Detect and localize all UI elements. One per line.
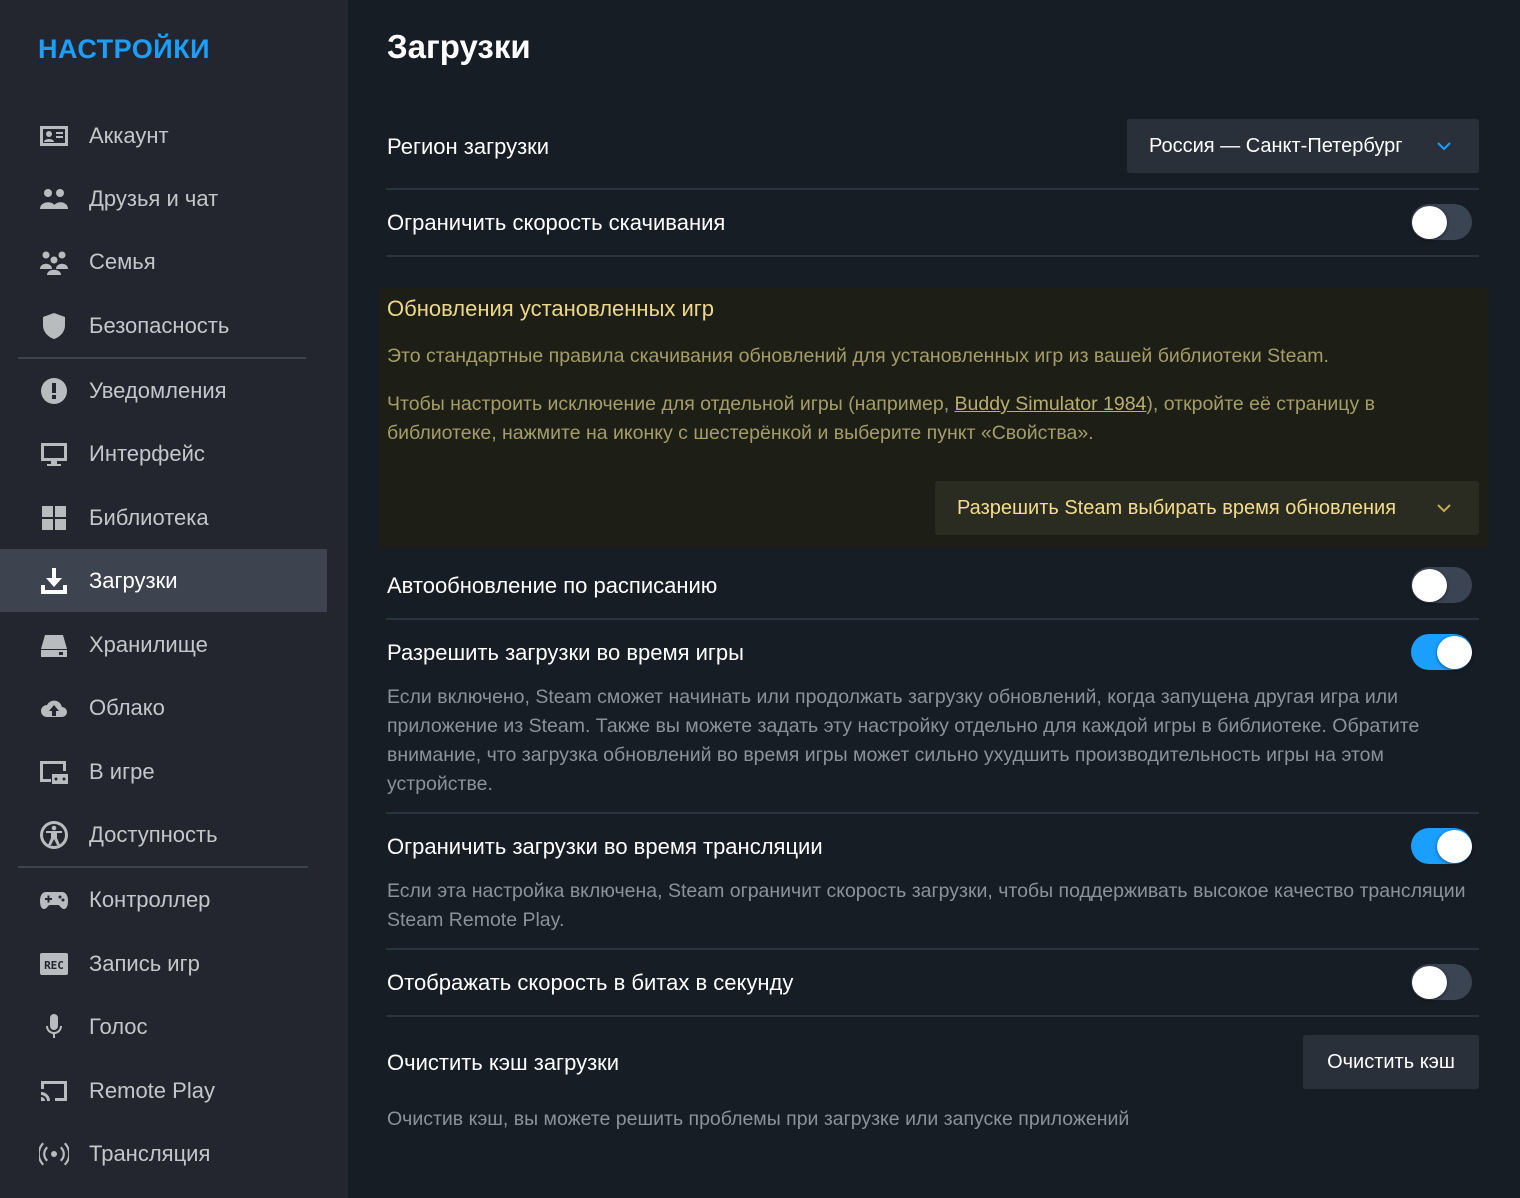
toggle-knob (1437, 830, 1472, 863)
toggle-knob (1412, 569, 1447, 602)
text-segment: Чтобы настроить исключение для отдельной… (387, 393, 955, 415)
sidebar-item-label: Доступность (89, 821, 218, 847)
sidebar-item-voice[interactable]: Голос (0, 995, 327, 1058)
sidebar-item-label: Трансляция (89, 1140, 211, 1166)
bits-per-second-label: Отображать скорость в битах в секунду (387, 970, 794, 995)
allow-during-game-description: Если включено, Steam сможет начинать или… (387, 686, 1420, 795)
sidebar-item-label: Запись игр (89, 950, 200, 976)
rec-icon: REC (38, 948, 70, 980)
sidebar: НАСТРОЙКИ Аккаунт Друзья и чат Семья Без… (0, 0, 348, 1198)
divider (386, 188, 1479, 190)
toggle-knob (1437, 636, 1472, 669)
sidebar-item-label: Уведомления (89, 377, 227, 403)
sidebar-item-label: Друзья и чат (89, 185, 219, 211)
cloud-icon (38, 692, 70, 724)
sidebar-item-label: В игре (89, 758, 155, 784)
sidebar-item-label: Аккаунт (89, 122, 169, 148)
chevron-down-icon (1433, 135, 1455, 157)
divider (386, 948, 1479, 950)
sidebar-item-label: Контроллер (89, 886, 211, 912)
svg-text:REC: REC (44, 959, 64, 972)
sidebar-item-label: Голос (89, 1013, 148, 1039)
sidebar-item-cloud[interactable]: Облако (0, 676, 327, 739)
sidebar-item-in-game[interactable]: В игре (0, 740, 327, 803)
sidebar-item-security[interactable]: Безопасность (0, 294, 327, 357)
divider (386, 618, 1479, 620)
sidebar-item-account[interactable]: Аккаунт (0, 104, 327, 167)
ingame-icon (38, 756, 70, 788)
page-title: Загрузки (387, 28, 531, 65)
region-label: Регион загрузки (387, 134, 550, 159)
toggle-knob (1412, 966, 1447, 999)
sidebar-item-downloads[interactable]: Загрузки (0, 549, 327, 612)
sidebar-item-label: Хранилище (89, 631, 208, 657)
throttle-streaming-description: Если эта настройка включена, Steam огран… (387, 880, 1466, 931)
update-schedule-value: Разрешить Steam выбирать время обновлени… (957, 496, 1397, 519)
sidebar-item-notifications[interactable]: Уведомления (0, 359, 327, 422)
cast-icon (38, 1075, 70, 1107)
sidebar-item-game-recording[interactable]: REC Запись игр (0, 932, 327, 995)
monitor-icon (38, 438, 70, 470)
limit-speed-label: Ограничить скорость скачивания (387, 210, 726, 235)
sidebar-item-remote-play[interactable]: Remote Play (0, 1059, 327, 1122)
auto-update-label: Автообновление по расписанию (387, 573, 718, 598)
shield-icon (38, 310, 70, 342)
toggle-knob (1412, 206, 1447, 239)
game-link[interactable]: Buddy Simulator 1984 (955, 393, 1147, 415)
clear-cache-label: Очистить кэш загрузки (387, 1050, 620, 1075)
sidebar-item-controller[interactable]: Контроллер (0, 868, 327, 931)
divider (386, 812, 1479, 814)
accessibility-icon (38, 819, 70, 851)
grid-icon (38, 502, 70, 534)
notification-icon (38, 375, 70, 407)
sidebar-item-label: Библиотека (89, 504, 209, 530)
sidebar-title: НАСТРОЙКИ (38, 34, 211, 64)
account-card-icon (38, 120, 70, 152)
sidebar-item-interface[interactable]: Интерфейс (0, 422, 327, 485)
limit-speed-toggle[interactable] (1411, 204, 1472, 240)
drive-icon (38, 629, 70, 661)
allow-during-game-label: Разрешить загрузки во время игры (387, 640, 744, 665)
sidebar-item-label: Интерфейс (89, 440, 205, 466)
throttle-streaming-label: Ограничить загрузки во время трансляции (387, 834, 823, 859)
broadcast-icon (38, 1138, 70, 1170)
friends-icon (38, 183, 70, 215)
bits-per-second-toggle[interactable] (1411, 964, 1472, 1000)
chevron-down-icon (1433, 497, 1455, 519)
divider (386, 1015, 1479, 1017)
auto-update-toggle[interactable] (1411, 567, 1472, 603)
sidebar-item-label: Загрузки (89, 567, 178, 593)
divider (386, 255, 1479, 257)
updates-panel-title: Обновления установленных игр (387, 296, 715, 321)
sidebar-item-label: Безопасность (89, 312, 230, 338)
allow-during-game-toggle[interactable] (1411, 634, 1472, 670)
region-value: Россия — Санкт-Петербург (1149, 134, 1403, 157)
download-icon (38, 565, 70, 597)
controller-icon (38, 884, 70, 916)
sidebar-item-family[interactable]: Семья (0, 230, 327, 293)
sidebar-item-label: Remote Play (89, 1077, 215, 1103)
updates-panel-exception-text: Чтобы настроить исключение для отдельной… (387, 390, 1472, 448)
clear-cache-button[interactable]: Очистить кэш (1303, 1035, 1479, 1089)
sidebar-item-label: Семья (89, 248, 156, 274)
family-icon (38, 246, 70, 278)
throttle-streaming-toggle[interactable] (1411, 828, 1472, 864)
sidebar-item-label: Облако (89, 694, 165, 720)
sidebar-item-accessibility[interactable]: Доступность (0, 803, 327, 866)
clear-cache-description: Очистив кэш, вы можете решить проблемы п… (387, 1108, 1130, 1130)
sidebar-item-storage[interactable]: Хранилище (0, 613, 327, 676)
updates-panel-text: Это стандартные правила скачивания обнов… (387, 345, 1329, 367)
sidebar-item-friends[interactable]: Друзья и чат (0, 167, 327, 230)
update-schedule-dropdown[interactable]: Разрешить Steam выбирать время обновлени… (935, 481, 1479, 535)
microphone-icon (38, 1011, 70, 1043)
sidebar-item-library[interactable]: Библиотека (0, 486, 327, 549)
sidebar-item-broadcast[interactable]: Трансляция (0, 1122, 327, 1185)
region-dropdown[interactable]: Россия — Санкт-Петербург (1127, 119, 1479, 173)
